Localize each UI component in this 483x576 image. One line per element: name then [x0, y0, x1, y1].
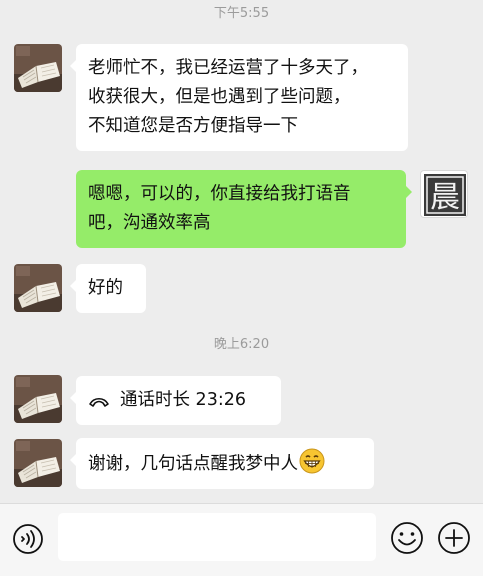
call-duration-label: 通话时长 23:26: [120, 390, 246, 410]
self-avatar[interactable]: 晨: [420, 170, 468, 218]
message-text: 好的: [88, 278, 123, 298]
contact-avatar[interactable]: [14, 264, 62, 312]
message-bubble[interactable]: 好的: [70, 264, 146, 313]
open-book-avatar-icon: [14, 264, 62, 312]
voice-icon[interactable]: [12, 523, 44, 555]
message-bubble[interactable]: 老师忙不，我已经运营了十多天了， 收获很大，但是也遇到了些问题， 不知道您是否方…: [70, 44, 408, 151]
message-text: 谢谢，几句话点醒我梦中人: [88, 454, 298, 474]
message-bubble[interactable]: 谢谢，几句话点醒我梦中人: [70, 438, 374, 489]
message-text: 吧，沟通效率高: [88, 213, 211, 233]
emoji-icon[interactable]: [390, 521, 424, 555]
call-record-bubble[interactable]: 通话时长 23:26: [70, 376, 281, 425]
message-text: 老师忙不，我已经运营了十多天了，: [88, 58, 368, 78]
grinning-face-emoji-icon: [299, 448, 325, 474]
message-text: 不知道您是否方便指导一下: [88, 116, 298, 136]
message-text: 收获很大，但是也遇到了些问题，: [88, 87, 351, 107]
contact-avatar[interactable]: [14, 44, 62, 92]
message-text: 嗯嗯，可以的，你直接给我打语音: [88, 184, 351, 204]
message-bubble[interactable]: 嗯嗯，可以的，你直接给我打语音 吧，沟通效率高: [76, 170, 412, 248]
contact-avatar[interactable]: [14, 439, 62, 487]
self-avatar-seal: 晨: [424, 174, 466, 216]
open-book-avatar-icon: [14, 375, 62, 423]
message-input[interactable]: [58, 513, 376, 561]
self-avatar-glyph: 晨: [430, 180, 460, 215]
contact-avatar[interactable]: [14, 375, 62, 423]
add-icon[interactable]: [437, 521, 471, 555]
open-book-avatar-icon: [14, 439, 62, 487]
timestamp: 下午5:55: [213, 6, 270, 21]
open-book-avatar-icon: [14, 44, 62, 92]
phone-icon: [89, 397, 109, 407]
timestamp: 晚上6:20: [213, 337, 270, 352]
chat-screen: 下午5:55 老师忙不，我已经运营了十多天了， 收获很大，但是也遇到了些问题， …: [0, 0, 483, 576]
input-bar: [0, 503, 483, 576]
